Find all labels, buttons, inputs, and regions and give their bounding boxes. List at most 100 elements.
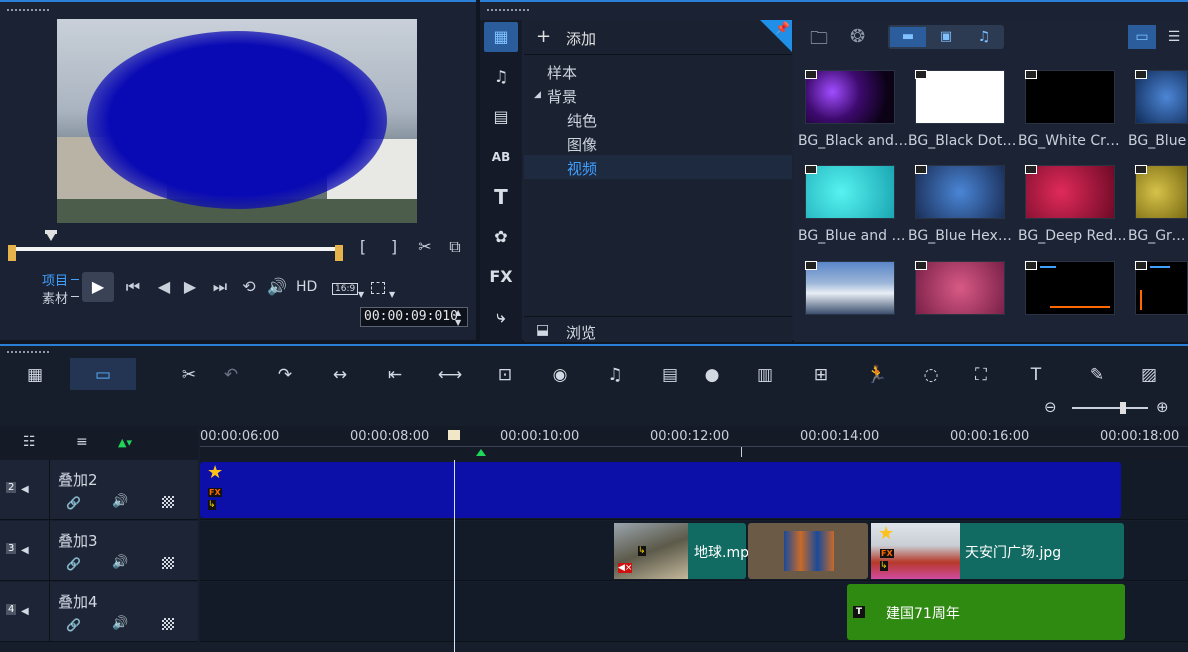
- 3d-title-icon[interactable]: T: [1021, 362, 1051, 388]
- browse-button[interactable]: 浏览: [566, 322, 596, 343]
- play-button[interactable]: ▶: [82, 272, 114, 302]
- crop-dropdown-icon[interactable]: ▼: [389, 290, 395, 299]
- scissors-icon[interactable]: ✂: [414, 236, 436, 258]
- timecode-display[interactable]: 00:00:09:010: [360, 307, 468, 327]
- record-capture-icon[interactable]: ◉: [545, 362, 575, 388]
- speed-icon[interactable]: ▨: [1134, 362, 1164, 388]
- add-folder-button[interactable]: 添加: [566, 28, 596, 49]
- track-area-overlay3[interactable]: ↳ ◀× 地球.mp ★ FX ↳ 天安门广场.jpg: [200, 521, 1188, 581]
- pin-icon[interactable]: 📌: [775, 21, 790, 35]
- hd-preview-button[interactable]: HD: [296, 279, 317, 295]
- path-icon[interactable]: ⤷: [484, 302, 518, 332]
- media-library-icon[interactable]: ▦: [484, 22, 518, 52]
- zoom-slider[interactable]: [1072, 407, 1148, 409]
- time-ruler[interactable]: 00:00:06:00 00:00:08:00 00:00:10:00 00:0…: [200, 426, 1188, 460]
- path-editor-icon[interactable]: ◌: [916, 362, 946, 388]
- thumbnail-view-icon[interactable]: ▭: [1128, 25, 1156, 49]
- thumbnail-bg-blue-and-green[interactable]: [805, 165, 895, 219]
- mask-icon[interactable]: ●: [697, 362, 727, 388]
- audio-filter-icon[interactable]: ♫: [966, 27, 1002, 47]
- zoom-out-icon[interactable]: ⊖: [1044, 398, 1057, 416]
- mark-in-button[interactable]: [: [355, 236, 371, 258]
- playhead-handle[interactable]: [448, 430, 460, 440]
- audio-library-icon[interactable]: ♫: [484, 62, 518, 92]
- subtitle-icon[interactable]: ▥: [750, 362, 780, 388]
- tools-icon[interactable]: ✂: [174, 362, 204, 388]
- track-area-overlay2[interactable]: ★ FX ↳: [200, 460, 1188, 520]
- thumbnail-video-pink[interactable]: [915, 261, 1005, 315]
- next-frame-icon[interactable]: ▶: [180, 276, 200, 298]
- zoom-slider-thumb[interactable]: [1120, 402, 1126, 414]
- track-area-overlay4[interactable]: T 建国71周年: [200, 582, 1188, 642]
- go-to-start-icon[interactable]: ⏮: [123, 276, 143, 298]
- split-screen-icon[interactable]: ⊞: [806, 362, 836, 388]
- add-track-icon[interactable]: ≡: [76, 434, 88, 450]
- zoom-in-icon[interactable]: ⊕: [1156, 398, 1169, 416]
- transparency-icon[interactable]: [162, 557, 174, 569]
- clip-blue-overlay[interactable]: [200, 462, 1121, 518]
- volume-icon[interactable]: 🔊: [112, 494, 128, 509]
- snapshot-icon[interactable]: ⧉: [444, 236, 466, 258]
- timecode-down-icon[interactable]: ▼: [455, 318, 461, 327]
- clip-mode[interactable]: 素材: [42, 288, 68, 307]
- undo-icon[interactable]: ↶: [216, 362, 246, 388]
- track-manager-icon[interactable]: ☷: [23, 434, 36, 450]
- tree-item-background[interactable]: 背景: [547, 86, 577, 107]
- trim-handle-right[interactable]: [335, 245, 343, 261]
- trim-icon[interactable]: ⇤: [380, 362, 410, 388]
- browse-icon[interactable]: ⬓: [536, 322, 549, 338]
- track-header-overlay4[interactable]: 4 ◀ 叠加4 🔗 🔊: [0, 582, 198, 642]
- thumbnail-bg-white-cross[interactable]: [1025, 70, 1115, 124]
- title-icon[interactable]: T: [484, 182, 518, 212]
- video-filter-icon[interactable]: ▬: [890, 27, 926, 47]
- color-grading-icon[interactable]: ✎: [1082, 362, 1112, 388]
- thumbnail-video-snow[interactable]: [805, 261, 895, 315]
- expand-icon[interactable]: ◢: [534, 90, 541, 100]
- mark-out-button[interactable]: ]: [386, 236, 402, 258]
- timeline-view-icon[interactable]: ▭: [88, 362, 118, 388]
- tree-item-solid-color[interactable]: 纯色: [567, 110, 597, 131]
- chapter-marker[interactable]: [476, 449, 486, 456]
- thumbnail-bg-black-and[interactable]: [805, 70, 895, 124]
- tree-item-video[interactable]: 视频: [567, 158, 597, 179]
- redo-icon[interactable]: ↷: [270, 362, 300, 388]
- graphic-icon[interactable]: ✿: [484, 222, 518, 252]
- storyboard-view-icon[interactable]: ▦: [20, 362, 50, 388]
- chevron-down-icon[interactable]: ▼: [358, 290, 364, 299]
- go-to-end-icon[interactable]: ⏭: [210, 276, 230, 298]
- motion-tracking-icon[interactable]: 🏃: [862, 362, 892, 388]
- volume-icon[interactable]: 🔊: [112, 616, 128, 631]
- volume-icon[interactable]: 🔊: [266, 276, 288, 298]
- track-header-overlay2[interactable]: 2 ◀ 叠加2 🔗 🔊: [0, 460, 198, 520]
- repeat-icon[interactable]: ⟲: [238, 276, 260, 298]
- panel-grip[interactable]: [6, 350, 50, 354]
- transparency-icon[interactable]: [162, 618, 174, 630]
- fit-icon[interactable]: ↔: [325, 362, 355, 388]
- link-icon[interactable]: 🔗: [66, 618, 81, 632]
- split-icon[interactable]: ⟷: [435, 362, 465, 388]
- add-icon[interactable]: +: [536, 26, 551, 47]
- transparency-icon[interactable]: [162, 496, 174, 508]
- tree-item-image[interactable]: 图像: [567, 134, 597, 155]
- instant-project-icon[interactable]: ▤: [484, 102, 518, 132]
- crop-timeline-icon[interactable]: ⛶: [966, 362, 996, 388]
- project-mode[interactable]: 项目: [42, 270, 68, 289]
- volume-icon[interactable]: 🔊: [112, 555, 128, 570]
- transition-icon[interactable]: AB: [484, 142, 518, 172]
- track-header-overlay3[interactable]: 3 ◀ 叠加3 🔗 🔊: [0, 521, 198, 581]
- scrub-bar[interactable]: [10, 247, 343, 251]
- thumbnail-bg-deep-red[interactable]: [1025, 165, 1115, 219]
- photo-filter-icon[interactable]: ▣: [928, 27, 964, 47]
- filter-icon[interactable]: FX: [484, 262, 518, 292]
- ripple-icon[interactable]: ⊡: [490, 362, 520, 388]
- audio-mixer-icon[interactable]: ♫: [600, 362, 630, 388]
- crop-icon[interactable]: [371, 282, 385, 294]
- chapter-marker-icon[interactable]: ▲▾: [118, 436, 132, 449]
- trim-handle-left[interactable]: [8, 245, 16, 261]
- link-icon[interactable]: 🔗: [66, 496, 81, 510]
- thumbnail-bg-blue-hexa[interactable]: [915, 165, 1005, 219]
- panel-grip[interactable]: [6, 8, 50, 12]
- previous-frame-icon[interactable]: ◀: [154, 276, 174, 298]
- panel-grip[interactable]: [486, 8, 530, 12]
- multicam-icon[interactable]: ▤: [655, 362, 685, 388]
